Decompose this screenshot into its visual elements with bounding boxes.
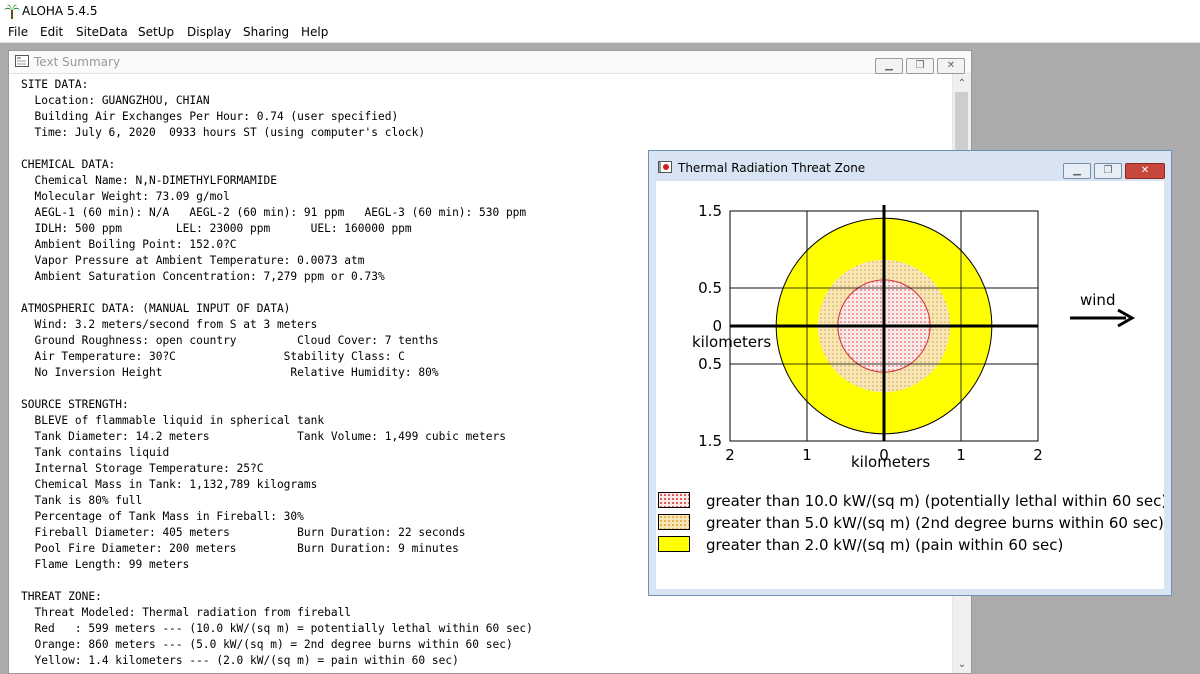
- orange-swatch: [658, 514, 690, 530]
- threat-zone-icon: [658, 161, 672, 173]
- red-swatch: [658, 492, 690, 508]
- summary-line: Threat Modeled: Thermal radiation from f…: [21, 606, 352, 619]
- app-title: ALOHA 5.4.5: [22, 4, 98, 18]
- aloha-palm-icon: [4, 4, 20, 19]
- menu-setup[interactable]: SetUp: [135, 22, 177, 42]
- summary-line: Red : 599 meters --- (10.0 kW/(sq m) = p…: [21, 622, 533, 635]
- y-tick-label: 0.5: [698, 279, 722, 297]
- threat-zone-window: Thermal Radiation Threat Zone ▁ ❐ ✕ kilome…: [648, 150, 1172, 596]
- legend-yellow-label: greater than 2.0 kW/(sq m) (pain within …: [706, 536, 1064, 554]
- y-tick-label: 0: [712, 317, 722, 335]
- scroll-down-icon[interactable]: ⌄: [953, 657, 971, 673]
- yellow-swatch: [658, 536, 690, 552]
- menu-file[interactable]: File: [5, 22, 31, 42]
- text-summary-title: Text Summary: [34, 55, 121, 69]
- menu-sharing[interactable]: Sharing: [240, 22, 292, 42]
- x-tick-label: 1: [956, 446, 966, 464]
- x-tick-label: 2: [725, 446, 735, 464]
- text-window-icon: [15, 55, 29, 67]
- app-titlebar: ALOHA 5.4.5: [0, 0, 1200, 22]
- text-summary-window-buttons: ▁ ❐ ✕: [872, 53, 965, 74]
- summary-line: SITE DATA:: [21, 78, 89, 91]
- summary-line: Yellow: 1.4 kilometers --- (2.0 kW/(sq m…: [21, 654, 459, 667]
- x-tick-label: 1: [802, 446, 812, 464]
- wind-label: wind: [1080, 291, 1115, 309]
- y-axis-unit: kilometers: [692, 333, 771, 351]
- x-tick-label: 2: [1033, 446, 1043, 464]
- legend-item-red: greater than 10.0 kW/(sq m) (potentially…: [656, 491, 1164, 511]
- summary-line: Location: GUANGZHOU, CHIAN: [21, 94, 210, 107]
- close-button[interactable]: ✕: [1125, 163, 1165, 179]
- legend-orange-label: greater than 5.0 kW/(sq m) (2nd degree b…: [706, 514, 1164, 532]
- text-summary-titlebar[interactable]: Text Summary ▁ ❐ ✕: [9, 51, 971, 74]
- threat-zone-plot-area: kilometers 1.5 0.5 0 0.5 1.5 2 1 0 1 2 kilometers…: [656, 181, 1164, 589]
- threat-zone-titlebar[interactable]: Thermal Radiation Threat Zone ▁ ❐ ✕: [649, 151, 1171, 181]
- x-axis-unit: kilometers: [851, 453, 930, 471]
- menu-display[interactable]: Display: [184, 22, 234, 42]
- threat-zone-window-buttons: ▁ ❐ ✕: [1060, 158, 1165, 179]
- minimize-button[interactable]: ▁: [875, 58, 903, 74]
- menu-help[interactable]: Help: [298, 22, 331, 42]
- wind-arrow-icon: [1070, 308, 1136, 328]
- restore-button[interactable]: ❐: [906, 58, 934, 74]
- close-button[interactable]: ✕: [937, 58, 965, 74]
- legend-item-yellow: greater than 2.0 kW/(sq m) (pain within …: [656, 535, 1164, 555]
- y-tick-label: 1.5: [698, 202, 722, 220]
- minimize-button[interactable]: ▁: [1063, 163, 1091, 179]
- threat-zone-title: Thermal Radiation Threat Zone: [678, 161, 866, 175]
- summary-line: Building Air Exchanges Per Hour: 0.74 (u…: [21, 110, 399, 123]
- summary-line: Orange: 860 meters --- (5.0 kW/(sq m) = …: [21, 638, 513, 651]
- summary-line: Time: July 6, 2020 0933 hours ST (using …: [21, 126, 426, 139]
- scroll-up-icon[interactable]: ⌃: [953, 76, 971, 92]
- menu-bar: File Edit SiteData SetUp Display Sharing…: [0, 22, 1200, 43]
- y-tick-label: 0.5: [698, 355, 722, 373]
- y-tick-label: 1.5: [698, 432, 722, 450]
- legend-item-orange: greater than 5.0 kW/(sq m) (2nd degree b…: [656, 513, 1164, 533]
- legend-red-label: greater than 10.0 kW/(sq m) (potentially…: [706, 492, 1164, 510]
- menu-edit[interactable]: Edit: [37, 22, 66, 42]
- menu-sitedata[interactable]: SiteData: [73, 22, 131, 42]
- restore-button[interactable]: ❐: [1094, 163, 1122, 179]
